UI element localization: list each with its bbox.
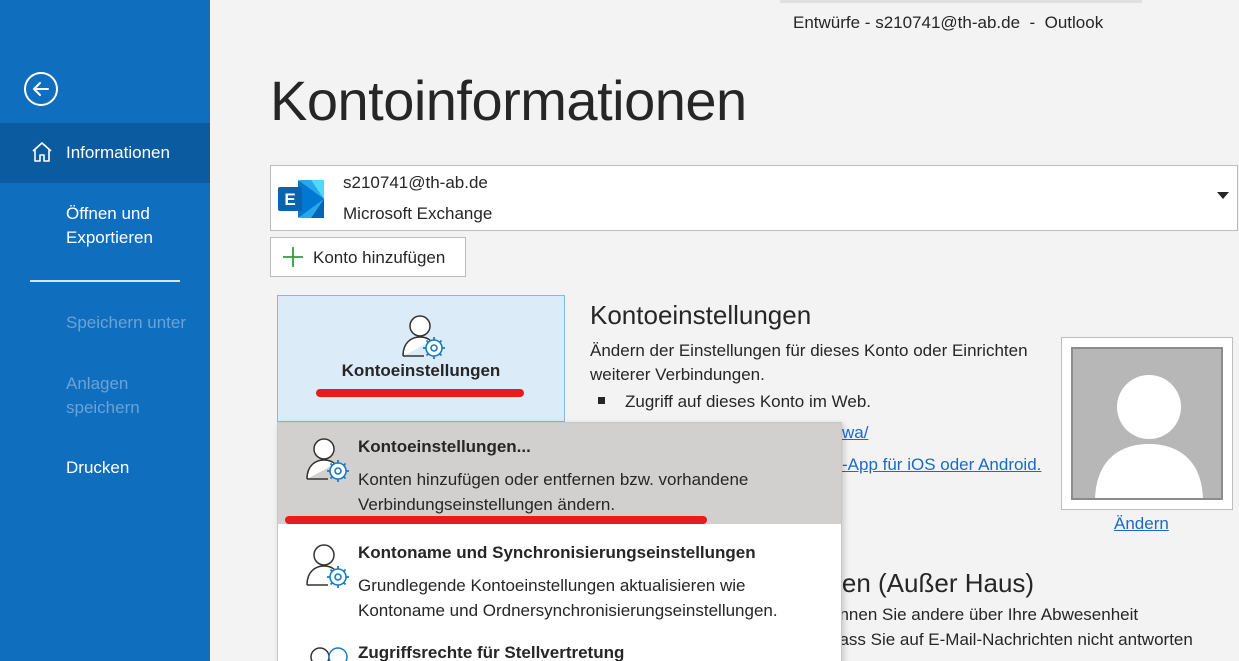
sidebar-divider	[30, 280, 180, 282]
menu-item-title: Kontoname und Synchronisierungseinstellu…	[358, 543, 756, 562]
account-email: s210741@th-ab.de	[343, 173, 488, 192]
account-settings-icon	[306, 438, 349, 482]
web-access-bullet: Zugriff auf dieses Konto im Web.	[598, 392, 871, 412]
red-highlight-underline	[316, 389, 524, 397]
sidebar-item-label: Drucken	[66, 458, 130, 477]
sidebar-item-speichern-unter: Speichern unter	[0, 311, 210, 335]
account-settings-button[interactable]: Kontoeinstellungen	[277, 295, 565, 422]
titlebar-strip	[780, 0, 1142, 3]
account-settings-heading: Kontoeinstellungen	[590, 300, 812, 330]
sidebar-item-label: Anlagen speichern	[66, 374, 140, 417]
menu-item-description: Grundlegende Kontoeinstellungen aktualis…	[358, 576, 778, 620]
menu-item-title: Zugriffsrechte für Stellvertretung	[358, 643, 625, 661]
avatar-placeholder-icon	[1095, 375, 1203, 498]
automatic-replies-desc-line2: dass Sie auf E-Mail-Nachrichten nicht an…	[830, 630, 1193, 649]
account-type: Microsoft Exchange	[343, 204, 493, 223]
bullet-icon	[598, 397, 605, 405]
add-account-button[interactable]: Konto hinzufügen	[270, 237, 466, 277]
web-access-text: Zugriff auf dieses Konto im Web.	[625, 392, 871, 411]
automatic-replies-desc-line1: önnen Sie andere über Ihre Abwesenheit	[830, 605, 1139, 624]
profile-photo	[1061, 337, 1233, 510]
menu-item-description: Konten hinzufügen oder entfernen bzw. vo…	[358, 470, 749, 514]
menu-item-zugriffsrechte-stellvertretung[interactable]: Zugriffsrechte für Stellvertretung	[278, 629, 841, 661]
page-title: Kontoinformationen	[270, 69, 747, 132]
sidebar-item-label: Speichern unter	[66, 313, 187, 332]
back-arrow-icon[interactable]	[24, 72, 58, 106]
plus-icon	[283, 247, 303, 267]
account-sync-settings-icon	[306, 544, 349, 588]
backstage-sidebar: Informationen Öffnen und Exportieren Spe…	[0, 0, 210, 661]
menu-item-kontoeinstellungen[interactable]: Kontoeinstellungen... Konten hinzufügen …	[278, 423, 841, 524]
sidebar-item-anlagen-speichern: Anlagen speichern	[0, 372, 170, 420]
menu-item-title: Kontoeinstellungen...	[358, 437, 531, 456]
chevron-down-icon[interactable]	[1217, 192, 1229, 199]
delegate-access-icon	[310, 647, 348, 661]
account-settings-button-label: Kontoeinstellungen	[341, 361, 501, 380]
sidebar-item-label: Öffnen und Exportieren	[66, 204, 153, 247]
sidebar-item-drucken[interactable]: Drucken	[0, 456, 210, 480]
add-account-label: Konto hinzufügen	[313, 248, 446, 267]
exchange-icon: E	[278, 180, 324, 218]
mobile-app-link[interactable]: -App für iOS oder Android.	[842, 455, 1041, 475]
sidebar-item-label: Informationen	[66, 143, 170, 162]
owa-link[interactable]: wa/	[842, 423, 868, 443]
account-settings-menu: Kontoeinstellungen... Konten hinzufügen …	[277, 422, 842, 661]
change-photo-link[interactable]: Ändern	[1114, 514, 1169, 534]
sidebar-item-informationen[interactable]: Informationen	[0, 123, 210, 183]
account-selector[interactable]: E s210741@th-ab.de Microsoft Exchange	[270, 165, 1238, 231]
home-icon	[32, 142, 52, 162]
red-highlight-underline	[285, 516, 707, 524]
menu-item-kontoname-synchronisierung[interactable]: Kontoname und Synchronisierungseinstellu…	[278, 529, 841, 625]
sidebar-item-oeffnen-exportieren[interactable]: Öffnen und Exportieren	[0, 202, 190, 250]
svg-text:E: E	[284, 190, 295, 209]
automatic-replies-heading: rten (Außer Haus)	[826, 568, 1035, 598]
account-settings-icon	[402, 315, 445, 359]
window-title: Entwürfe - s210741@th-ab.de - Outlook	[793, 13, 1104, 32]
account-settings-description: Ändern der Einstellungen für dieses Kont…	[590, 341, 1028, 384]
